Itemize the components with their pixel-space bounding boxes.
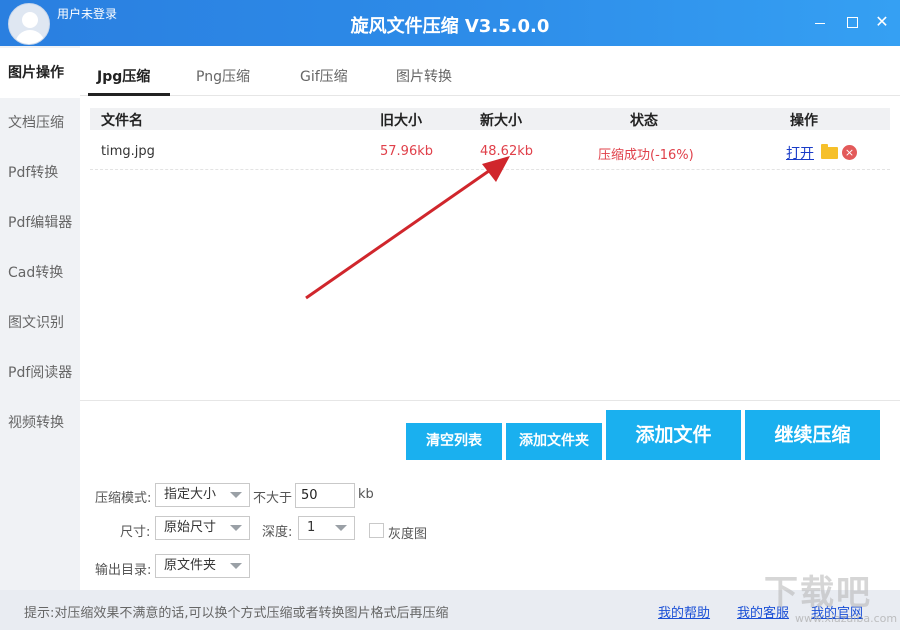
- chevron-down-icon: [230, 492, 242, 498]
- tip-text: 提示:对压缩效果不满意的话,可以换个方式压缩或者转换图片格式后再压缩: [24, 602, 449, 621]
- sidebar-item-pdf-editor[interactable]: Pdf编辑器: [0, 198, 80, 248]
- delete-icon[interactable]: ×: [842, 145, 857, 160]
- grayscale-label: 灰度图: [388, 523, 427, 542]
- col-header-action: 操作: [790, 110, 818, 130]
- sidebar-item-pdf-reader[interactable]: Pdf阅读器: [0, 348, 80, 398]
- sidebar: 图片操作 文档压缩 Pdf转换 Pdf编辑器 Cad转换 图文识别 Pdf阅读器…: [0, 46, 80, 590]
- output-dir-label: 输出目录:: [95, 559, 151, 578]
- tab-jpg-compress[interactable]: Jpg压缩: [97, 66, 150, 86]
- size-value: 原始尺寸: [164, 520, 216, 535]
- max-size-unit: kb: [358, 487, 374, 502]
- continue-compress-button[interactable]: 继续压缩: [745, 410, 880, 460]
- cell-status: 压缩成功(-16%): [598, 144, 694, 163]
- sidebar-item-pdf-convert[interactable]: Pdf转换: [0, 148, 80, 198]
- col-header-new-size: 新大小: [480, 110, 522, 130]
- output-dir-select[interactable]: 原文件夹: [155, 554, 250, 578]
- chevron-down-icon: [230, 563, 242, 569]
- grayscale-checkbox[interactable]: [369, 523, 384, 538]
- add-file-button[interactable]: 添加文件: [606, 410, 741, 460]
- add-folder-button[interactable]: 添加文件夹: [506, 423, 602, 460]
- active-tab-indicator: [88, 93, 170, 96]
- sidebar-item-ocr[interactable]: 图文识别: [0, 298, 80, 348]
- depth-label: 深度:: [262, 521, 292, 540]
- size-select[interactable]: 原始尺寸: [155, 516, 250, 540]
- size-label: 尺寸:: [120, 521, 150, 540]
- tab-image-convert[interactable]: 图片转换: [396, 66, 452, 86]
- cell-old-size: 57.96kb: [380, 144, 433, 159]
- maximize-icon[interactable]: [843, 13, 861, 31]
- sidebar-item-video-convert[interactable]: 视频转换: [0, 398, 80, 448]
- folder-icon[interactable]: [821, 147, 838, 159]
- open-link[interactable]: 打开: [786, 143, 814, 163]
- cell-new-size: 48.62kb: [480, 144, 533, 159]
- chevron-down-icon: [230, 525, 242, 531]
- max-size-input[interactable]: 50: [295, 483, 355, 508]
- compress-mode-select[interactable]: 指定大小: [155, 483, 250, 507]
- col-header-status: 状态: [630, 110, 658, 130]
- app-title: 旋风文件压缩 V3.5.0.0: [0, 12, 900, 38]
- close-icon[interactable]: ✕: [873, 13, 891, 31]
- watermark-url: www.xiazaiba.com: [795, 612, 897, 625]
- help-link[interactable]: 我的帮助: [658, 602, 710, 621]
- cell-filename: timg.jpg: [101, 144, 155, 159]
- sidebar-item-cad-convert[interactable]: Cad转换: [0, 248, 80, 298]
- tab-bar: Jpg压缩 Png压缩 Gif压缩 图片转换: [80, 46, 900, 96]
- tab-gif-compress[interactable]: Gif压缩: [300, 66, 348, 86]
- tab-png-compress[interactable]: Png压缩: [196, 66, 250, 86]
- compress-mode-label: 压缩模式:: [95, 487, 151, 506]
- depth-select[interactable]: 1: [298, 516, 355, 540]
- minimize-icon[interactable]: [811, 13, 829, 31]
- col-header-old-size: 旧大小: [380, 110, 422, 130]
- table-header: 文件名 旧大小 新大小 状态 操作: [90, 108, 890, 130]
- compress-mode-value: 指定大小: [164, 487, 216, 502]
- output-dir-value: 原文件夹: [164, 558, 216, 573]
- col-header-filename: 文件名: [101, 110, 143, 130]
- title-bar: 用户未登录 旋风文件压缩 V3.5.0.0 ✕: [0, 0, 900, 46]
- max-size-label: 不大于: [253, 487, 292, 506]
- chevron-down-icon: [335, 525, 347, 531]
- sidebar-item-doc-compress[interactable]: 文档压缩: [0, 98, 80, 148]
- table-row[interactable]: timg.jpg 57.96kb 48.62kb 压缩成功(-16%) 打开 ×: [90, 138, 890, 170]
- divider: [80, 400, 900, 401]
- depth-value: 1: [307, 520, 315, 535]
- sidebar-item-image-ops[interactable]: 图片操作: [0, 48, 80, 98]
- clear-list-button[interactable]: 清空列表: [406, 423, 502, 460]
- watermark-logo: 下载吧: [764, 565, 872, 614]
